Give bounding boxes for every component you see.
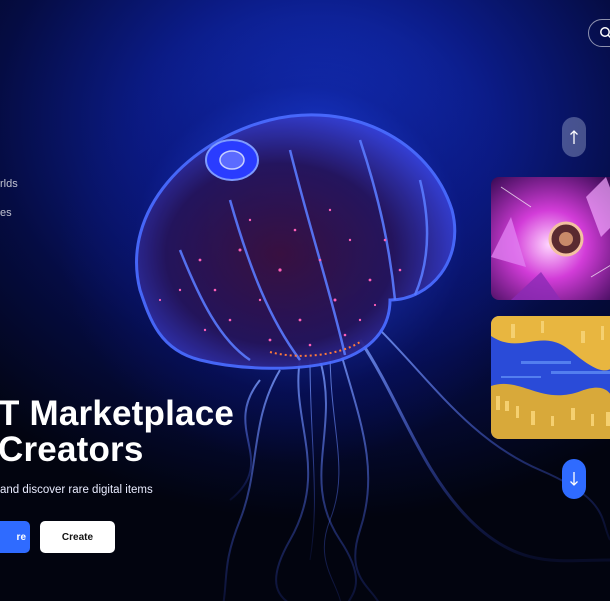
create-button[interactable]: Create xyxy=(40,521,115,553)
nav-item-worlds[interactable]: rlds xyxy=(0,178,18,190)
search-icon xyxy=(600,27,610,39)
hero-title-line-1: T Marketplace xyxy=(0,394,235,433)
search-button[interactable] xyxy=(588,19,610,47)
explore-button[interactable]: re xyxy=(0,521,30,553)
nft-artwork-city xyxy=(491,316,610,439)
jellyfish-illustration xyxy=(135,113,610,601)
nft-card-city[interactable] xyxy=(491,316,610,439)
nav-item-categories[interactable]: es xyxy=(0,207,12,219)
carousel-up-button[interactable] xyxy=(562,117,586,157)
arrow-down-icon xyxy=(570,472,578,486)
nft-card-crystal[interactable] xyxy=(491,177,610,300)
carousel-down-button[interactable] xyxy=(562,459,586,499)
hero-title-line-2: Creators xyxy=(0,430,144,469)
hero-subtitle: and discover rare digital items xyxy=(0,484,153,496)
arrow-up-icon xyxy=(570,130,578,144)
nft-artwork-crystal xyxy=(491,177,610,300)
